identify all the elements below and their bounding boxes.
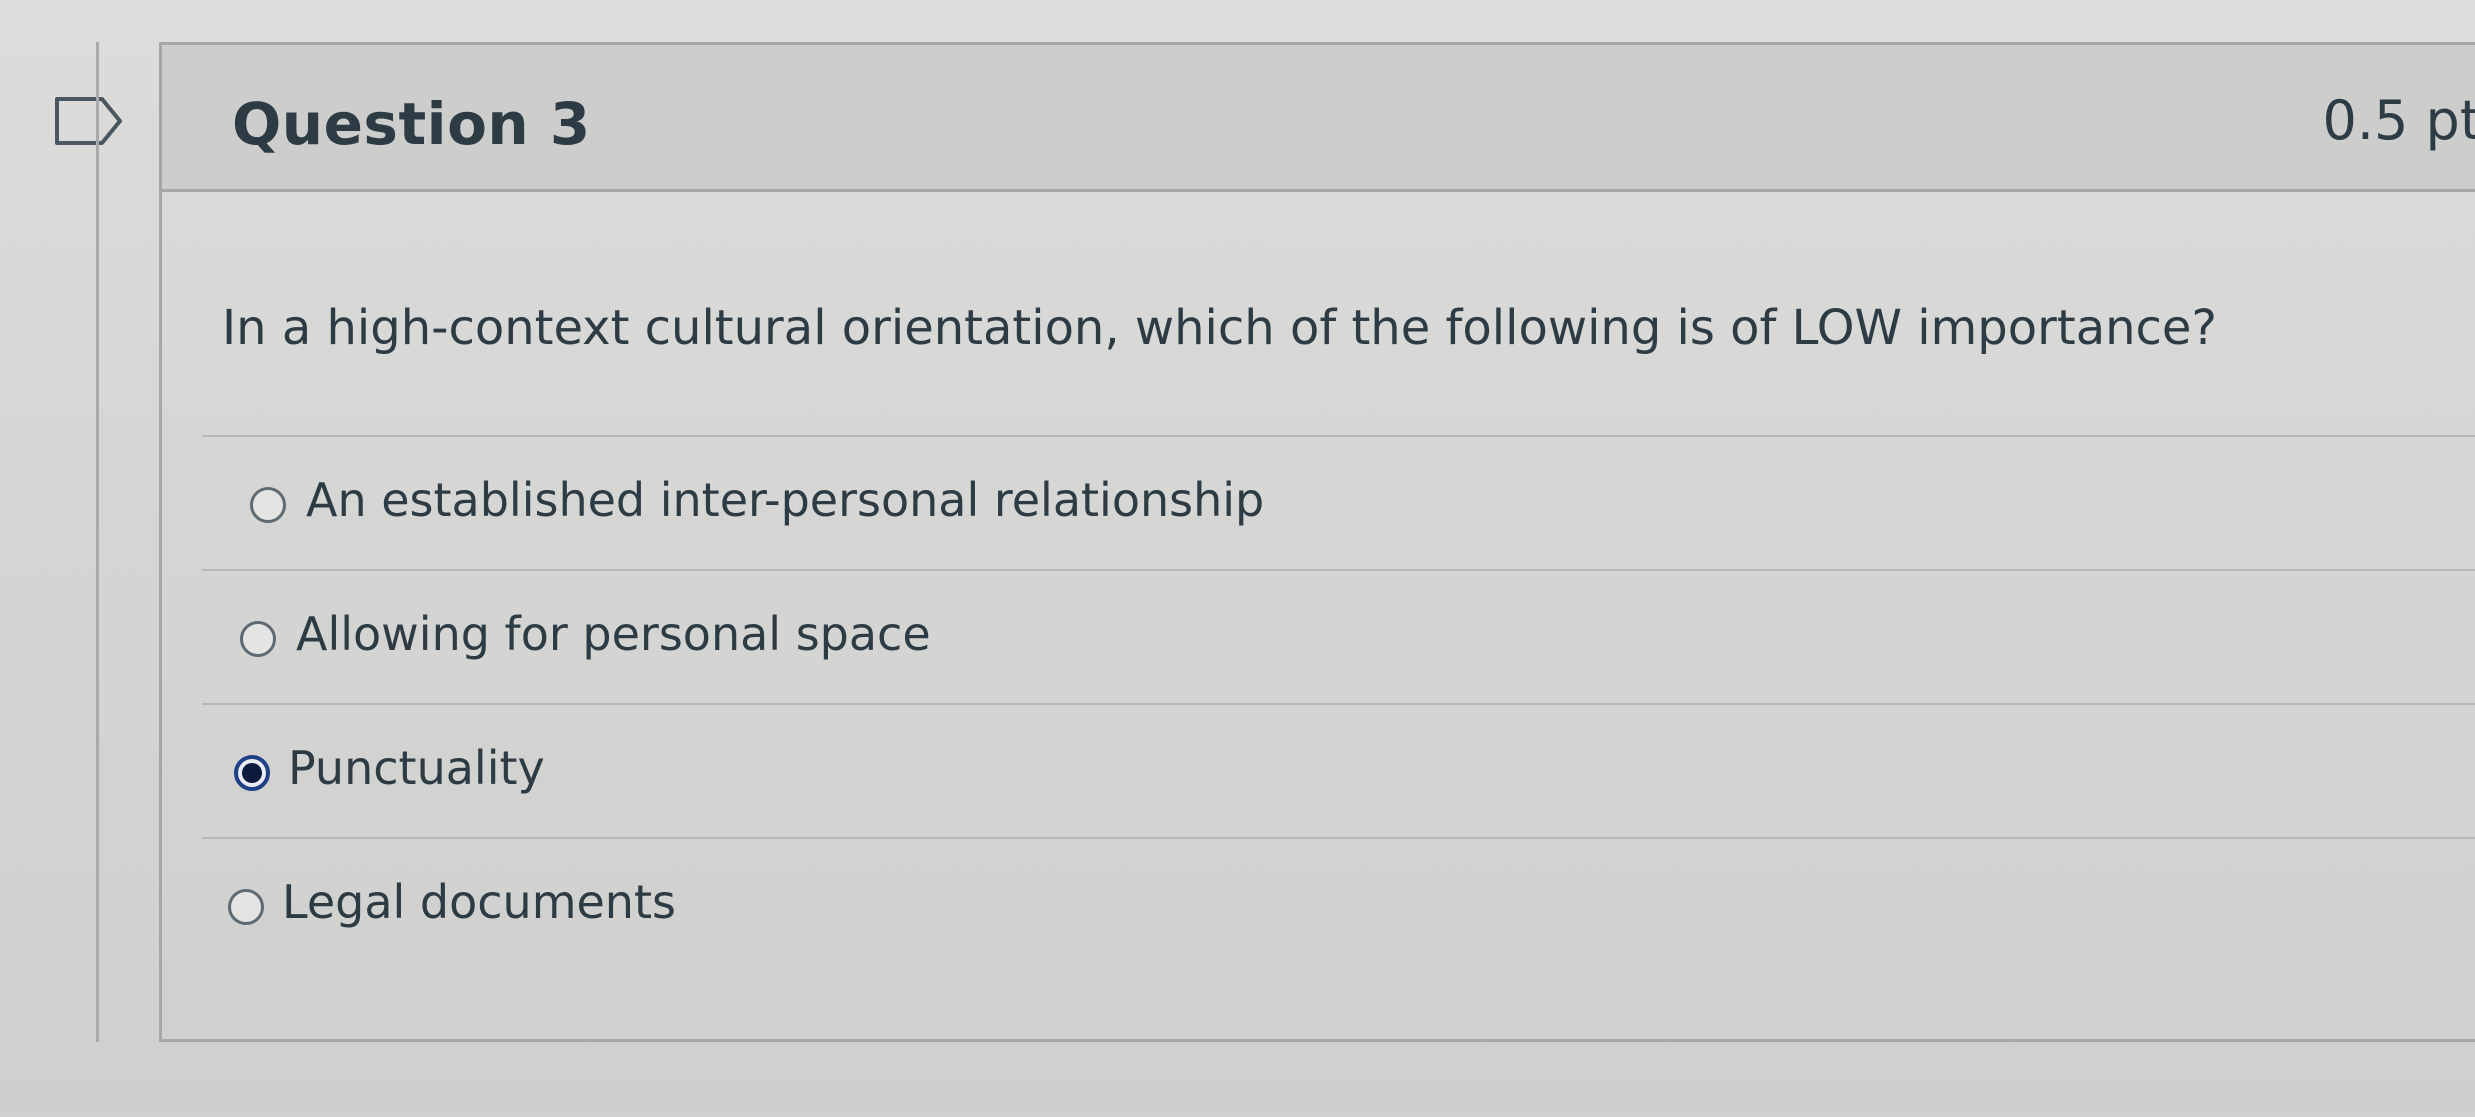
answer-label: An established inter-personal relationsh… xyxy=(306,473,1265,527)
answer-label: Legal documents xyxy=(282,875,676,929)
question-text: In a high-context cultural orientation, … xyxy=(222,300,2217,356)
answer-label: Allowing for personal space xyxy=(296,607,931,661)
radio-button[interactable] xyxy=(228,889,264,925)
answer-label: Punctuality xyxy=(288,741,545,795)
radio-button[interactable] xyxy=(240,621,276,657)
question-title: Question 3 xyxy=(232,90,591,158)
answer-option[interactable]: Allowing for personal space xyxy=(202,571,2475,705)
answer-option[interactable]: Legal documents xyxy=(202,839,2475,971)
radio-button[interactable] xyxy=(250,487,286,523)
answer-option[interactable]: Punctuality xyxy=(202,705,2475,839)
question-points: 0.5 pt xyxy=(2322,89,2475,152)
question-header: Question 3 0.5 pt xyxy=(159,42,2475,192)
radio-button-selected[interactable] xyxy=(234,755,270,791)
answer-option[interactable]: An established inter-personal relationsh… xyxy=(202,437,2475,571)
question-card: Question 3 0.5 pt In a high-context cult… xyxy=(96,42,2475,1042)
question-body: In a high-context cultural orientation, … xyxy=(159,192,2475,1042)
